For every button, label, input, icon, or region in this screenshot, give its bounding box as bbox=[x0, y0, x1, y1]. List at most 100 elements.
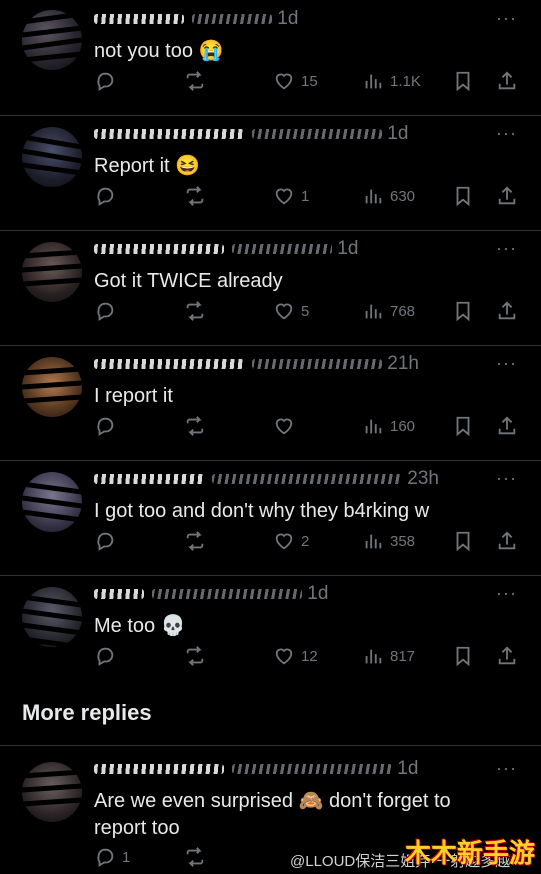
share-button[interactable] bbox=[496, 300, 518, 322]
tweet-text: I got too and don't why they b4rking w bbox=[94, 500, 430, 522]
reply-button[interactable] bbox=[94, 530, 116, 552]
author-header[interactable]: 23h bbox=[94, 468, 439, 490]
tweet-text: Got it TWICE already bbox=[94, 270, 283, 292]
views-button[interactable]: 630 bbox=[362, 185, 415, 207]
bookmark-icon bbox=[452, 415, 474, 437]
views-button[interactable]: 358 bbox=[362, 530, 415, 552]
reply-button[interactable] bbox=[94, 645, 116, 667]
avatar[interactable] bbox=[22, 357, 82, 417]
retweet-button[interactable] bbox=[184, 530, 206, 552]
tweet-text: Me too 💀 bbox=[94, 615, 186, 637]
share-button[interactable] bbox=[496, 530, 518, 552]
heart-icon bbox=[273, 645, 295, 667]
tweet-text: Report it 😆 bbox=[94, 155, 201, 177]
views-button[interactable]: 768 bbox=[362, 300, 415, 322]
bookmark-button[interactable] bbox=[452, 645, 474, 667]
like-button[interactable]: 12 bbox=[273, 645, 318, 667]
share-button[interactable] bbox=[496, 415, 518, 437]
author-header[interactable]: 1d bbox=[94, 583, 328, 605]
avatar[interactable] bbox=[22, 762, 82, 822]
tweet[interactable]: 21h ··· I report it 160 bbox=[0, 345, 541, 461]
author-header[interactable]: 1d bbox=[94, 238, 358, 260]
like-button[interactable]: 5 bbox=[273, 300, 309, 322]
more-options-icon[interactable]: ··· bbox=[496, 8, 517, 29]
more-options-icon[interactable]: ··· bbox=[496, 583, 517, 604]
share-button[interactable] bbox=[496, 70, 518, 92]
tweet[interactable]: 1d ··· Me too 💀 12 817 bbox=[0, 575, 541, 685]
bookmark-button[interactable] bbox=[452, 185, 474, 207]
retweet-button[interactable] bbox=[184, 70, 206, 92]
more-options-icon[interactable]: ··· bbox=[496, 123, 517, 144]
retweet-button[interactable] bbox=[184, 645, 206, 667]
avatar[interactable] bbox=[22, 472, 82, 532]
retweet-button[interactable] bbox=[184, 185, 206, 207]
bookmark-icon bbox=[452, 530, 474, 552]
reply-button[interactable] bbox=[94, 70, 122, 92]
retweet-icon bbox=[184, 846, 206, 868]
avatar[interactable] bbox=[22, 10, 82, 70]
reply-icon bbox=[94, 70, 116, 92]
heart-icon bbox=[273, 300, 295, 322]
views-button[interactable]: 817 bbox=[362, 645, 415, 667]
heart-icon bbox=[273, 185, 295, 207]
reply-button[interactable] bbox=[94, 185, 116, 207]
more-options-icon[interactable]: ··· bbox=[496, 758, 517, 779]
tweet[interactable]: 1d ··· not you too 😭 15 1.1K bbox=[0, 0, 541, 116]
avatar[interactable] bbox=[22, 587, 82, 647]
avatar[interactable] bbox=[22, 127, 82, 187]
bookmark-icon bbox=[452, 185, 474, 207]
author-header[interactable]: 1d bbox=[94, 8, 298, 30]
views-icon bbox=[362, 415, 384, 437]
share-icon bbox=[496, 300, 518, 322]
like-button[interactable]: 1 bbox=[273, 185, 309, 207]
retweet-icon bbox=[184, 185, 206, 207]
views-button[interactable]: 160 bbox=[362, 415, 415, 437]
retweet-button[interactable] bbox=[184, 846, 206, 868]
timestamp[interactable]: 1d bbox=[337, 238, 358, 259]
timestamp[interactable]: 1d bbox=[277, 8, 298, 29]
bookmark-button[interactable] bbox=[452, 415, 474, 437]
views-icon bbox=[362, 70, 384, 92]
retweet-icon bbox=[184, 70, 206, 92]
bookmark-icon bbox=[452, 300, 474, 322]
timestamp[interactable]: 1d bbox=[397, 758, 418, 779]
more-options-icon[interactable]: ··· bbox=[496, 353, 517, 374]
views-icon bbox=[362, 530, 384, 552]
like-button[interactable]: 2 bbox=[273, 530, 309, 552]
like-button[interactable] bbox=[273, 415, 301, 437]
bookmark-icon bbox=[452, 645, 474, 667]
views-button[interactable]: 1.1K bbox=[362, 70, 421, 92]
tweet[interactable]: 23h ··· I got too and don't why they b4r… bbox=[0, 460, 541, 576]
views-icon bbox=[362, 300, 384, 322]
bookmark-icon bbox=[452, 70, 474, 92]
bookmark-button[interactable] bbox=[452, 70, 474, 92]
reply-button[interactable]: 1 bbox=[94, 846, 130, 868]
share-button[interactable] bbox=[496, 185, 518, 207]
avatar[interactable] bbox=[22, 242, 82, 302]
timestamp[interactable]: 1d bbox=[387, 123, 408, 144]
more-options-icon[interactable]: ··· bbox=[496, 238, 517, 259]
share-button[interactable] bbox=[496, 645, 518, 667]
tweet[interactable]: 1d ··· Report it 😆 1 630 bbox=[0, 115, 541, 231]
retweet-button[interactable] bbox=[184, 300, 206, 322]
share-icon bbox=[496, 645, 518, 667]
heart-icon bbox=[273, 70, 295, 92]
timestamp[interactable]: 1d bbox=[307, 583, 328, 604]
bookmark-button[interactable] bbox=[452, 300, 474, 322]
retweet-icon bbox=[184, 300, 206, 322]
bookmark-button[interactable] bbox=[452, 530, 474, 552]
reply-button[interactable] bbox=[94, 415, 116, 437]
share-icon bbox=[496, 185, 518, 207]
timestamp[interactable]: 21h bbox=[387, 353, 419, 374]
author-header[interactable]: 1d bbox=[94, 123, 408, 145]
more-replies-heading[interactable]: More replies bbox=[22, 700, 152, 726]
retweet-button[interactable] bbox=[184, 415, 206, 437]
reply-button[interactable] bbox=[94, 300, 116, 322]
tweet[interactable]: 1d ··· Got it TWICE already 5 768 bbox=[0, 230, 541, 346]
share-icon bbox=[496, 415, 518, 437]
author-header[interactable]: 1d bbox=[94, 758, 418, 780]
like-button[interactable]: 15 bbox=[273, 70, 318, 92]
timestamp[interactable]: 23h bbox=[407, 468, 439, 489]
author-header[interactable]: 21h bbox=[94, 353, 419, 375]
more-options-icon[interactable]: ··· bbox=[496, 468, 517, 489]
